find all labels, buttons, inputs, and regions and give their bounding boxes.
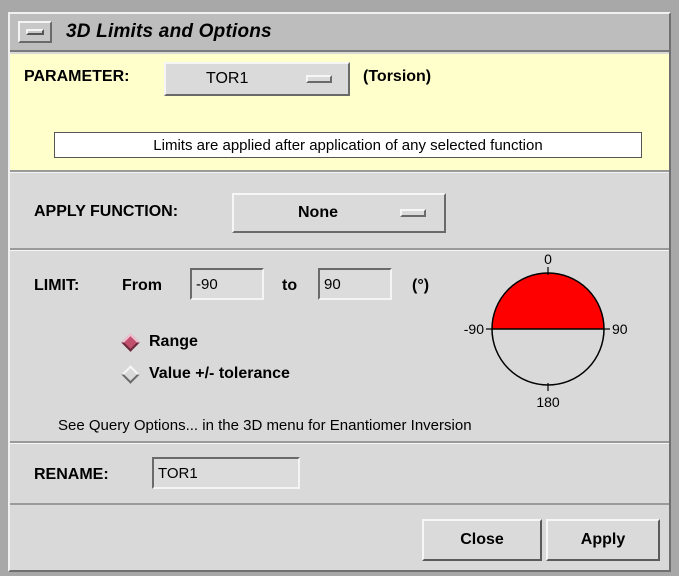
- apply-button[interactable]: Apply: [546, 519, 660, 561]
- parameter-option-menu[interactable]: TOR1: [164, 62, 350, 96]
- parameter-value: TOR1: [206, 70, 249, 87]
- radio-unselected-icon: [121, 364, 140, 384]
- apply-function-option-menu[interactable]: None: [232, 193, 446, 233]
- parameter-kind: (Torsion): [363, 68, 432, 85]
- limit-section: LIMIT: From -90 to 90 (°) Range Value +/…: [10, 250, 669, 443]
- rename-label: RENAME:: [34, 466, 109, 483]
- dial-label-top: 0: [544, 251, 552, 267]
- option-menu-indicator-icon: [306, 75, 332, 83]
- rename-section: RENAME: TOR1: [10, 443, 669, 505]
- option-menu-indicator-icon: [400, 209, 426, 217]
- range-radio-label: Range: [149, 333, 198, 350]
- dial-range-fill: [492, 273, 604, 329]
- window-menu-icon: [26, 29, 44, 35]
- dial-label-right: 90: [612, 321, 628, 337]
- torsion-dial[interactable]: 0 -90 90 180: [450, 251, 656, 421]
- close-button[interactable]: Close: [422, 519, 542, 561]
- parameter-label: PARAMETER:: [24, 68, 130, 85]
- radio-selected-icon: [121, 332, 140, 352]
- from-label: From: [122, 277, 162, 294]
- window-menu-button[interactable]: [18, 21, 52, 43]
- info-note: Limits are applied after application of …: [54, 132, 642, 158]
- dial-label-left: -90: [464, 321, 484, 337]
- info-note-text: Limits are applied after application of …: [153, 136, 543, 154]
- dialog-body: 3D Limits and Options PARAMETER: TOR1 (T…: [8, 12, 671, 572]
- unit-label: (°): [412, 277, 430, 294]
- button-bar: Close Apply: [10, 505, 669, 570]
- tolerance-radio-label: Value +/- tolerance: [149, 365, 290, 382]
- dialog-window: 3D Limits and Options PARAMETER: TOR1 (T…: [0, 0, 679, 576]
- limit-label: LIMIT:: [34, 277, 80, 294]
- parameter-section: PARAMETER: TOR1 (Torsion) Limits are app…: [10, 54, 669, 172]
- window-title: 3D Limits and Options: [66, 21, 272, 42]
- to-field[interactable]: 90: [318, 268, 392, 300]
- tolerance-radio[interactable]: Value +/- tolerance: [121, 364, 290, 384]
- range-radio[interactable]: Range: [121, 332, 198, 352]
- apply-function-section: APPLY FUNCTION: None: [10, 172, 669, 250]
- enantiomer-hint: See Query Options... in the 3D menu for …: [58, 417, 472, 434]
- rename-field[interactable]: TOR1: [152, 457, 300, 489]
- apply-function-value: None: [298, 204, 338, 221]
- dial-label-bottom: 180: [536, 394, 560, 410]
- apply-function-label: APPLY FUNCTION:: [34, 203, 179, 220]
- from-field[interactable]: -90: [190, 268, 264, 300]
- title-bar[interactable]: 3D Limits and Options: [10, 14, 669, 52]
- to-label: to: [282, 277, 298, 294]
